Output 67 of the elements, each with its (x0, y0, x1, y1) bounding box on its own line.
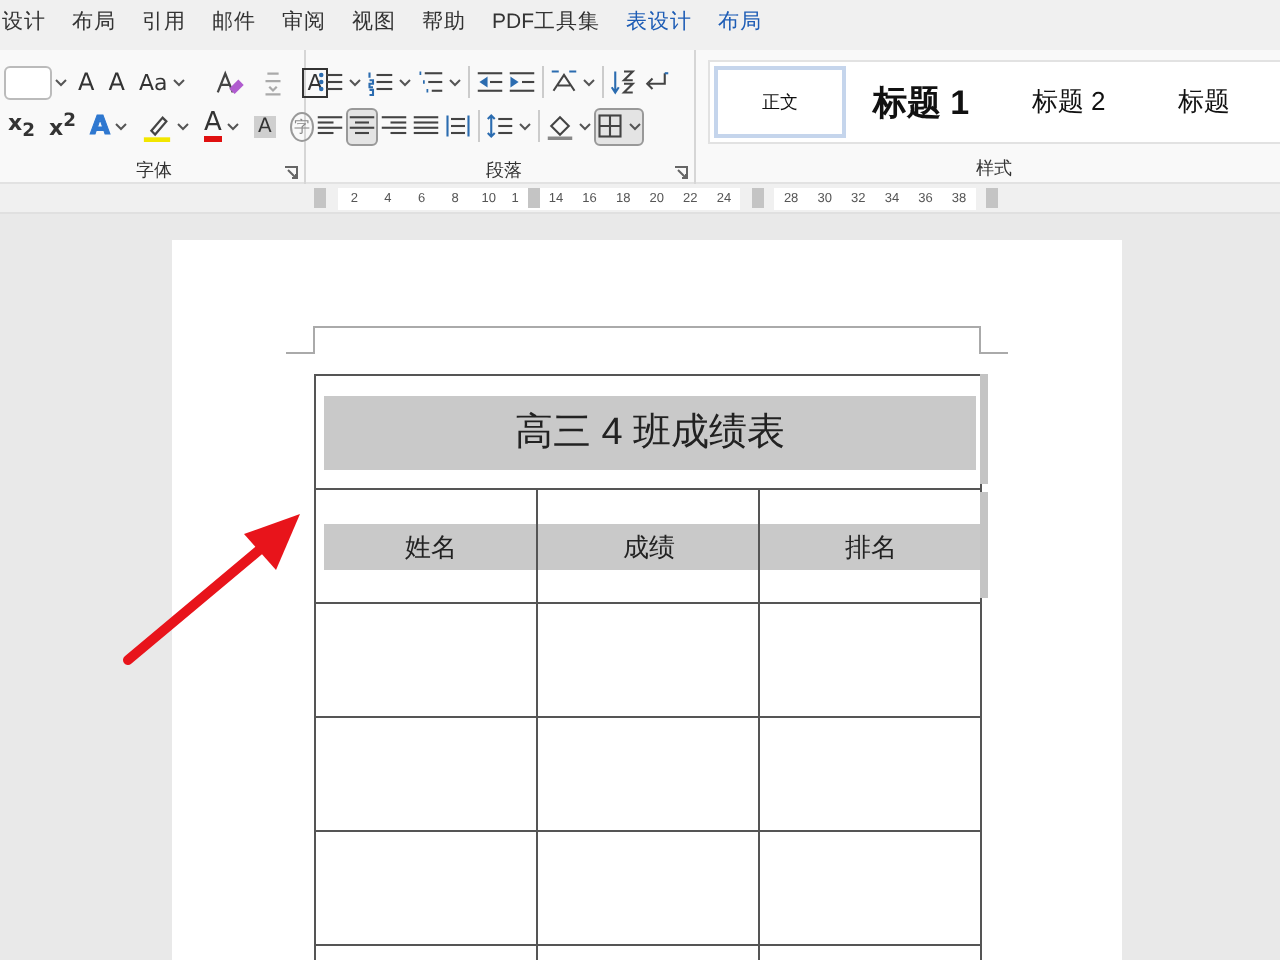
group-label: 字体 (136, 157, 172, 183)
script-button[interactable]: x$^{2}$ (44, 107, 80, 145)
ribbon-tab[interactable]: 邮件 (212, 7, 256, 43)
ruler-marker[interactable] (527, 187, 540, 207)
highlighter-icon (142, 111, 173, 141)
column-header: 成绩 (538, 523, 760, 569)
ribbon-tab[interactable]: 表设计 (626, 7, 692, 43)
dialog-launcher-icon[interactable] (284, 166, 298, 180)
caret-icon (518, 121, 532, 131)
clear-format-icon (213, 67, 244, 97)
borders-icon (596, 112, 624, 140)
ribbon-tab[interactable]: 审阅 (282, 7, 326, 43)
align-center-icon (348, 112, 376, 140)
column-header: 排名 (760, 523, 982, 569)
ribbon-tab[interactable]: 布局 (72, 7, 116, 43)
ribbon-tab[interactable]: 布局 (718, 7, 762, 43)
caret-icon (114, 121, 129, 131)
caret-icon (628, 121, 642, 131)
table-title: 高三 4 班成绩表 (324, 395, 976, 469)
style-option[interactable]: 标题 2 (1008, 66, 1129, 138)
ribbon-tab[interactable]: 引用 (142, 7, 186, 43)
ribbon-tab[interactable]: 视图 (352, 7, 396, 43)
group-label: 样式 (976, 158, 1012, 178)
dialog-launcher-icon[interactable] (674, 166, 688, 180)
multilevel-list-icon (416, 68, 444, 96)
character-shading-button[interactable]: A (249, 107, 280, 145)
group-label: 段落 (486, 157, 522, 183)
caret-icon (176, 121, 191, 131)
caret-icon (578, 121, 592, 131)
caret-icon (448, 77, 462, 87)
ribbon-tab[interactable]: 帮助 (422, 7, 466, 43)
ruler-marker[interactable] (751, 188, 764, 208)
style-option[interactable]: 正文 (714, 66, 846, 138)
script-button[interactable]: x$_{2}$ (4, 107, 39, 145)
row-marker[interactable] (980, 374, 988, 484)
text-direction-icon (550, 68, 578, 96)
decrease-indent-icon (476, 68, 504, 96)
text-effect-button[interactable]: A (85, 107, 133, 145)
numbered-list-icon (366, 68, 394, 96)
font-color-button[interactable]: A (200, 107, 244, 145)
ribbon-tab[interactable]: PDF工具集 (492, 7, 600, 43)
row-marker[interactable] (980, 492, 988, 598)
ruler-marker[interactable] (986, 188, 999, 208)
caret-icon (225, 121, 240, 131)
caret-icon (348, 77, 362, 87)
sort-icon (610, 68, 638, 96)
align-center-button[interactable] (346, 107, 378, 145)
caret-icon (582, 77, 596, 87)
align-left-icon (316, 112, 344, 140)
column-header: 姓名 (324, 523, 538, 569)
change-case-button[interactable]: Aa (134, 63, 190, 101)
distributed-icon (444, 112, 472, 140)
shrink-font-button[interactable]: A (104, 63, 129, 101)
style-option[interactable]: 标题 1 (861, 66, 981, 138)
caret-icon (171, 77, 186, 87)
paint-bucket-icon (546, 112, 574, 140)
line-spacing-icon (486, 112, 514, 140)
font-size-field[interactable] (4, 65, 52, 99)
justify-icon (412, 112, 440, 140)
ruler-marker[interactable] (314, 188, 327, 208)
increase-indent-icon (508, 68, 536, 96)
grow-font-button[interactable]: A (74, 63, 99, 101)
borders-button[interactable] (594, 107, 644, 145)
align-right-icon (380, 112, 408, 140)
caret-icon (398, 77, 412, 87)
ribbon-tab[interactable]: 设计 (2, 7, 46, 43)
style-option[interactable]: 标题 (1144, 66, 1265, 138)
